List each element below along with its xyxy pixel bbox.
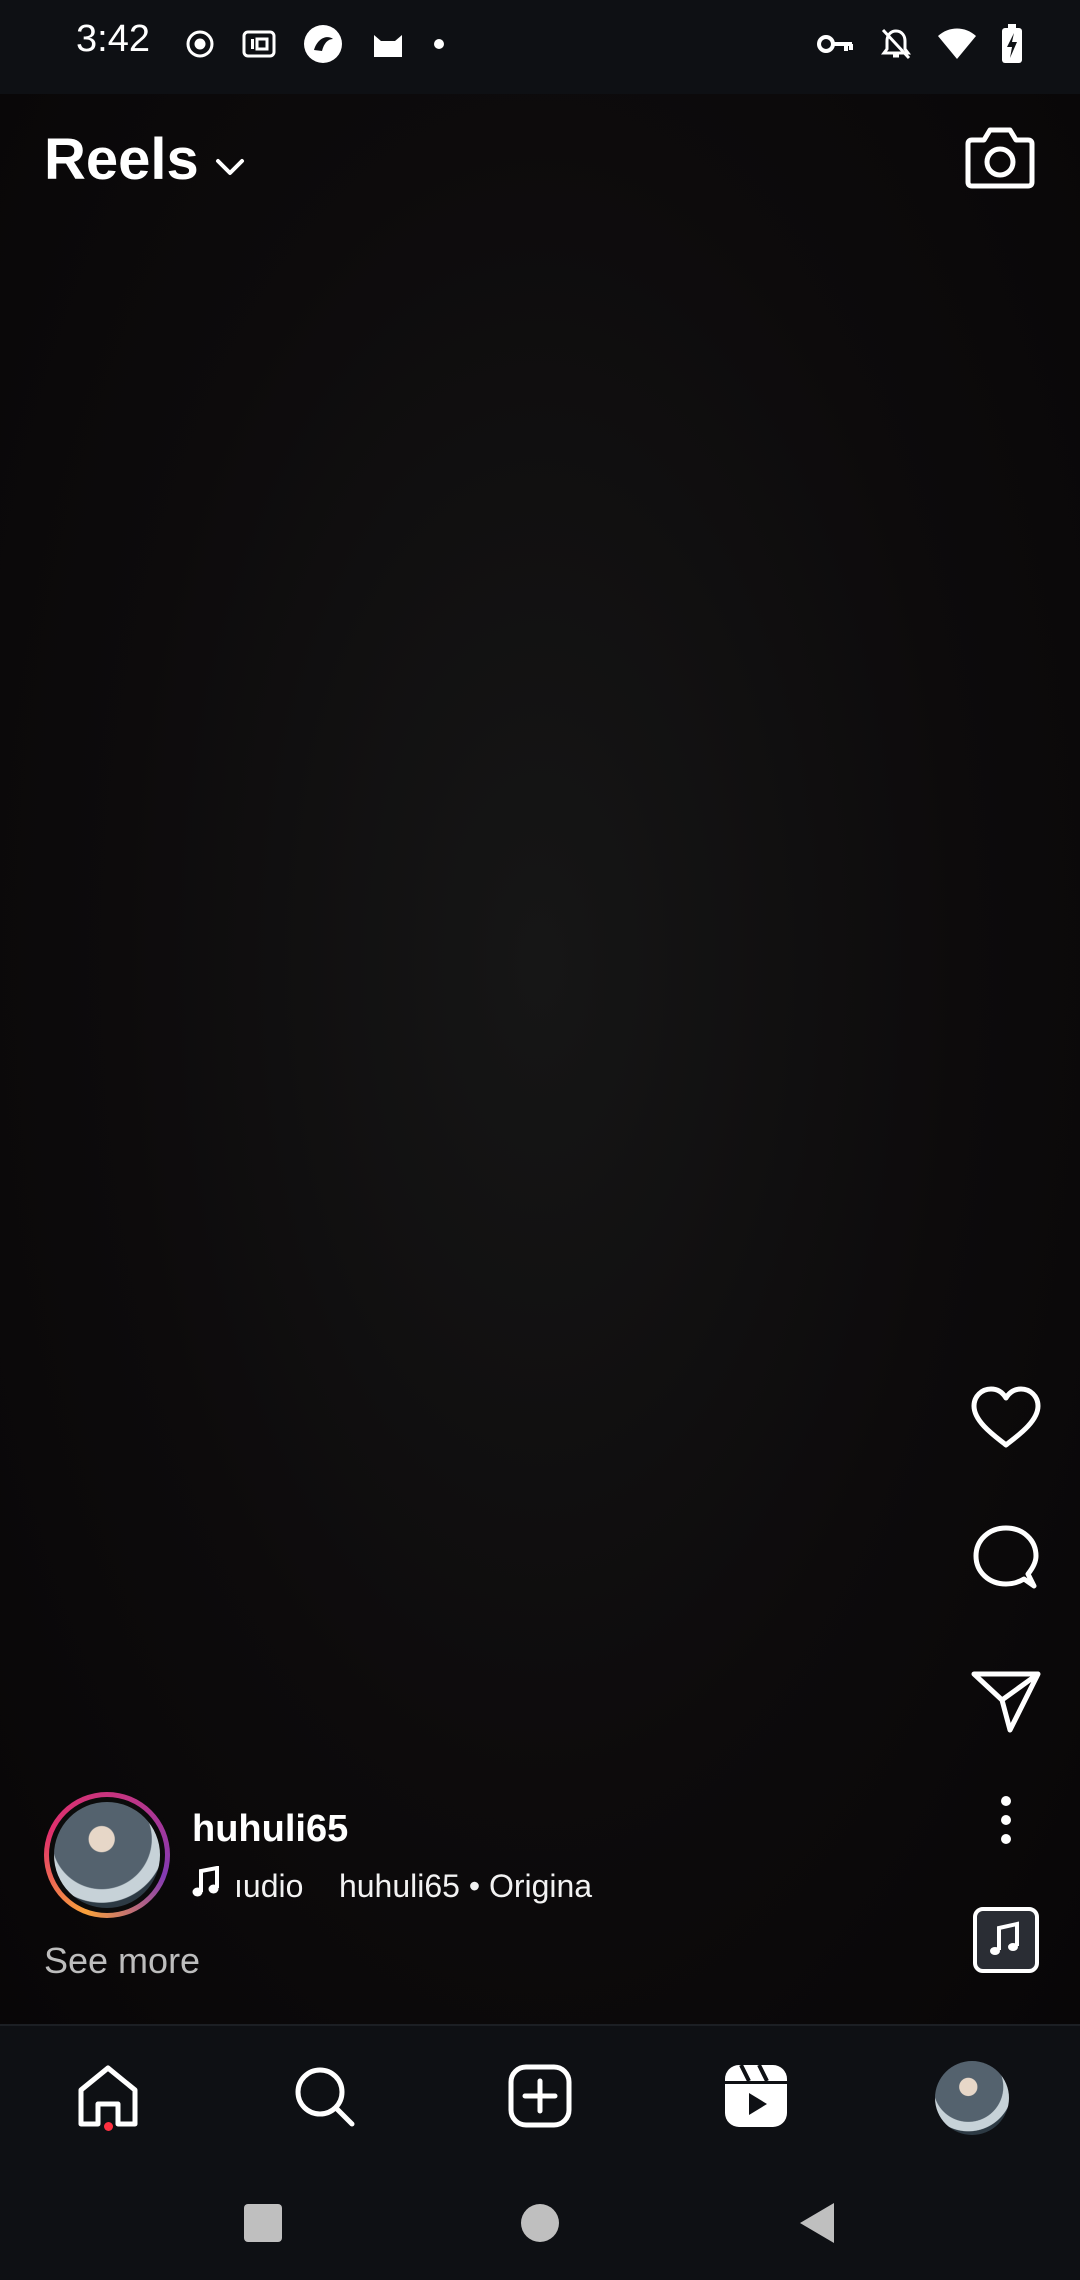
camera-button[interactable] xyxy=(964,124,1036,190)
audio-info[interactable]: ıudio huhuli65 • Origina xyxy=(192,1866,594,1906)
comment-icon xyxy=(970,1522,1042,1599)
nav-search[interactable] xyxy=(286,2060,362,2136)
dot-icon xyxy=(432,37,446,51)
more-vertical-icon xyxy=(999,1795,1013,1850)
system-nav-bar xyxy=(0,2170,1080,2280)
status-icons-right xyxy=(816,18,1024,70)
status-time: 3:42 xyxy=(76,18,150,60)
heart-icon xyxy=(969,1385,1043,1456)
back-icon xyxy=(796,2200,838,2251)
audio-marquee-text: ıudio huhuli65 • Origina xyxy=(234,1867,593,1904)
record-icon xyxy=(184,28,216,60)
wifi-icon xyxy=(936,27,978,61)
author-avatar[interactable] xyxy=(44,1792,170,1918)
search-icon xyxy=(292,2064,356,2133)
send-icon xyxy=(970,1668,1042,1739)
bottom-nav xyxy=(0,2024,1080,2172)
like-button[interactable] xyxy=(966,1380,1046,1460)
status-icons-left xyxy=(184,18,446,70)
bell-muted-icon xyxy=(878,26,914,62)
back-button[interactable] xyxy=(792,2200,842,2250)
music-note-icon xyxy=(972,1906,1040,1979)
page-title: Reels xyxy=(44,127,199,192)
cat-app-icon xyxy=(370,27,406,61)
music-icon xyxy=(192,1866,220,1906)
home-circle-icon xyxy=(519,2202,561,2249)
reel-video[interactable] xyxy=(0,94,1080,2024)
home-notification-dot xyxy=(104,2122,113,2131)
vpn-key-icon xyxy=(816,31,856,57)
camera-icon xyxy=(964,127,1036,194)
create-icon xyxy=(508,2064,572,2133)
nav-create[interactable] xyxy=(502,2060,578,2136)
status-bar: 3:42 xyxy=(0,0,1080,94)
author-username[interactable]: huhuli65 xyxy=(192,1808,348,1851)
nav-profile[interactable] xyxy=(934,2060,1010,2136)
audio-thumbnail-button[interactable] xyxy=(966,1902,1046,1982)
home-button[interactable] xyxy=(515,2200,565,2250)
comment-button[interactable] xyxy=(966,1520,1046,1600)
share-button[interactable] xyxy=(966,1663,1046,1743)
reels-title-dropdown[interactable]: Reels xyxy=(44,126,247,193)
battery-charging-icon xyxy=(1000,23,1024,65)
more-options-button[interactable] xyxy=(966,1782,1046,1862)
chevron-down-icon xyxy=(213,126,247,193)
app-icon xyxy=(302,23,344,65)
avatar xyxy=(54,1802,160,1908)
nav-reels[interactable] xyxy=(718,2060,794,2136)
iqiyi-icon xyxy=(242,29,276,59)
profile-avatar xyxy=(935,2061,1009,2135)
recents-button[interactable] xyxy=(238,2200,288,2250)
reels-icon xyxy=(723,2063,789,2134)
see-more-link[interactable]: See more xyxy=(44,1940,200,1982)
recents-icon xyxy=(242,2202,284,2249)
